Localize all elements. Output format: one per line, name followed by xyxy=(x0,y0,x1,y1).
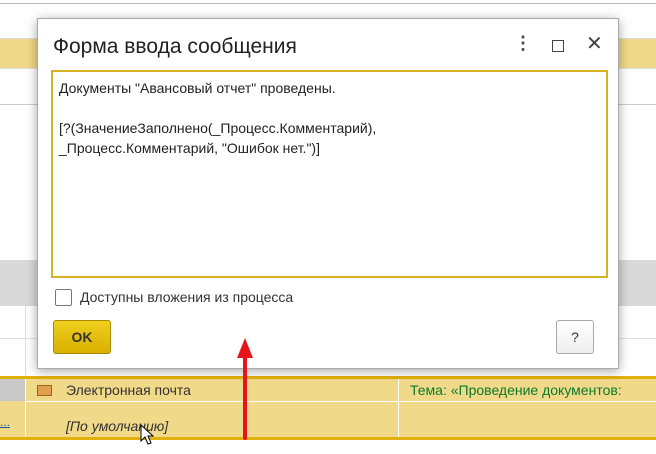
dialog-title: Форма ввода сообщения xyxy=(53,35,297,58)
ok-button[interactable]: OK xyxy=(53,320,111,354)
red-arrow-annotation xyxy=(237,338,253,440)
message-textarea[interactable]: Документы "Авансовый отчет" проведены. [… xyxy=(51,70,608,278)
column-divider xyxy=(25,306,26,376)
close-icon[interactable]: ✕ xyxy=(586,31,603,56)
column-divider xyxy=(25,379,26,437)
row-marker xyxy=(0,379,25,401)
more-vertical-icon[interactable]: ⋮ xyxy=(514,33,532,54)
checkbox-label[interactable]: Доступны вложения из процесса xyxy=(80,289,293,305)
subject-cell[interactable]: Тема: «Проведение документов: xyxy=(410,382,622,398)
divider xyxy=(0,3,656,4)
row-link[interactable]: ... xyxy=(0,415,10,429)
column-divider xyxy=(398,379,399,437)
envelope-icon xyxy=(37,385,52,396)
row-divider xyxy=(25,401,656,402)
message-input-dialog: Форма ввода сообщения ⋮ ✕ Документы "Ава… xyxy=(37,18,619,369)
attachments-checkbox[interactable] xyxy=(55,289,72,306)
channel-cell: Электронная почта xyxy=(66,382,191,398)
table-row-selected[interactable]: Электронная почта Тема: «Проведение доку… xyxy=(0,376,656,440)
help-button[interactable]: ? xyxy=(556,320,594,354)
maximize-icon[interactable] xyxy=(552,40,564,52)
mouse-cursor-icon xyxy=(140,424,155,445)
